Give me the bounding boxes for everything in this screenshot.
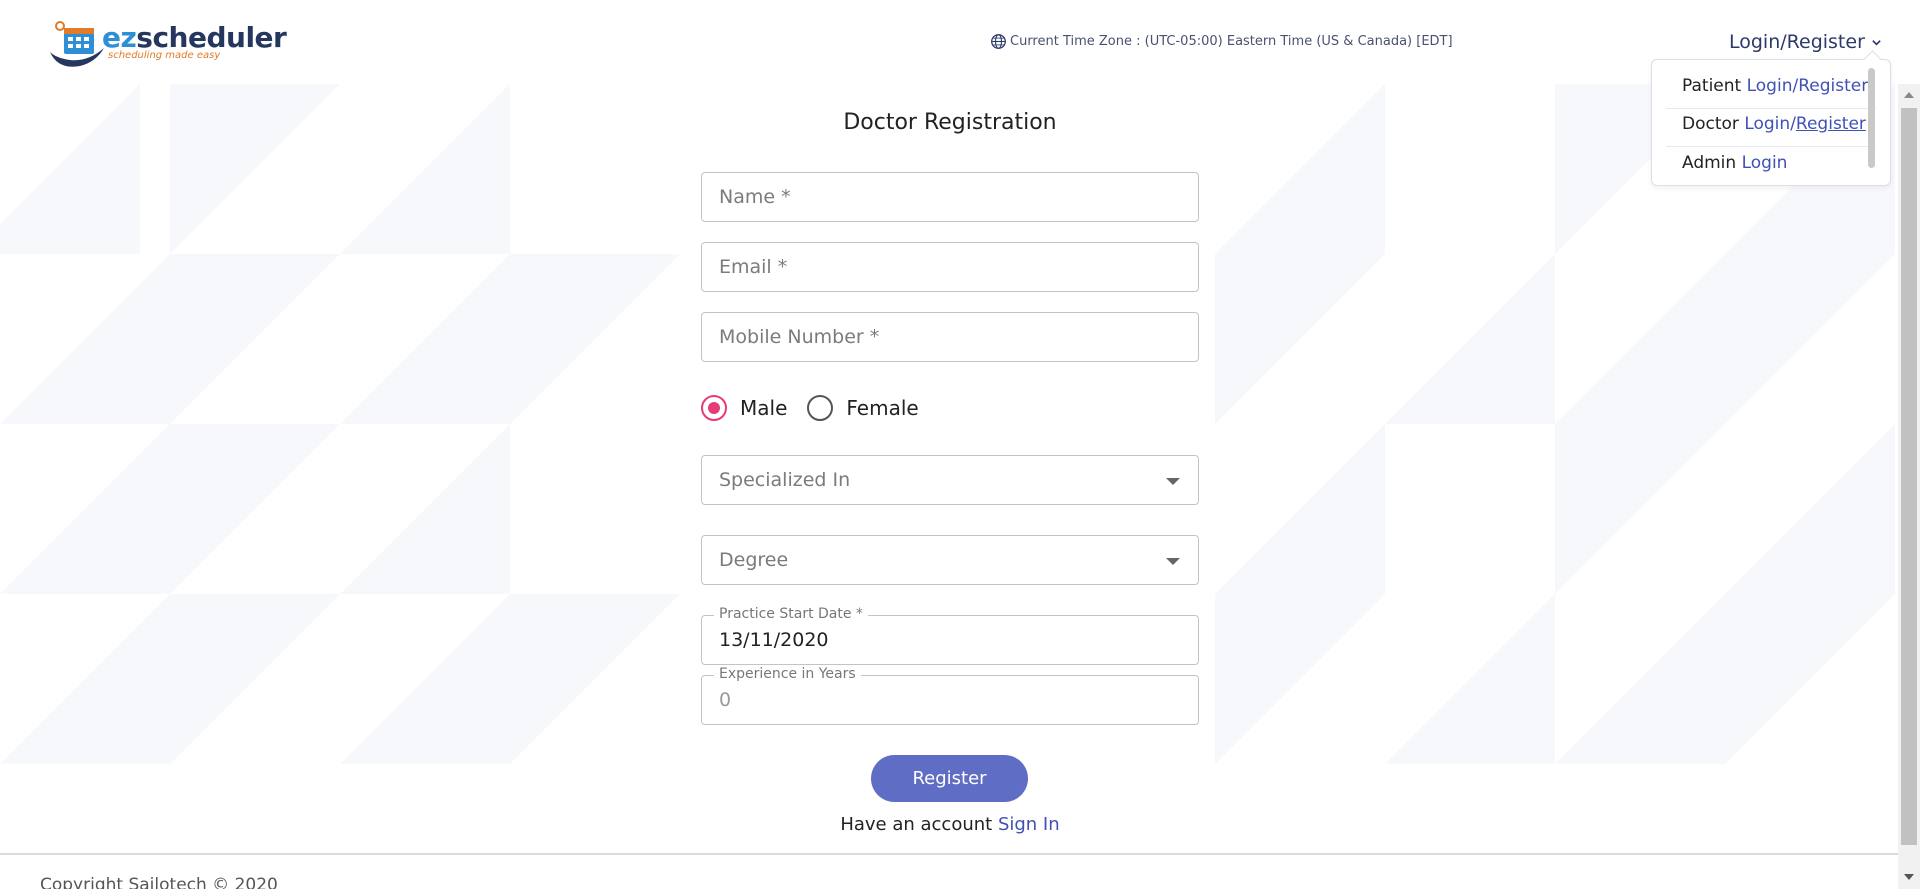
chevron-down-icon: [1872, 39, 1881, 46]
practice-start-date-value: 13/11/2020: [719, 629, 829, 651]
patient-login-link[interactable]: Login: [1747, 76, 1793, 96]
page-scrollbar[interactable]: [1898, 84, 1920, 889]
practice-start-date-field[interactable]: Practice Start Date * 13/11/2020: [701, 606, 1199, 665]
specialized-select[interactable]: Specialized In: [701, 455, 1199, 505]
sign-in-link[interactable]: Sign In: [998, 814, 1060, 835]
experience-value: 0: [719, 689, 732, 711]
login-register-dropdown: Patient Login/Register Doctor Login/Regi…: [1651, 59, 1891, 186]
register-button[interactable]: Register: [871, 755, 1028, 802]
male-label[interactable]: Male: [740, 396, 787, 420]
doctor-register-link[interactable]: Register: [1796, 114, 1866, 134]
scroll-down-arrow-icon[interactable]: [1904, 874, 1914, 880]
login-register-label: Login/Register: [1729, 31, 1865, 53]
calendar-logo-icon: [50, 21, 104, 67]
scrollbar-thumb[interactable]: [1901, 108, 1917, 845]
top-header: ezscheduler scheduling made easy Current…: [0, 0, 1920, 84]
experience-label: Experience in Years: [714, 666, 861, 682]
have-account-line: Have an account Sign In: [688, 814, 1212, 835]
timezone-display: Current Time Zone : (UTC-05:00) Eastern …: [990, 33, 1453, 50]
dropdown-divider: [1666, 146, 1876, 147]
caret-down-icon: [1166, 558, 1180, 565]
female-radio[interactable]: [807, 395, 834, 421]
gender-radio-group: Male Female: [701, 395, 939, 421]
registration-card: Doctor Registration Male Female Speciali…: [688, 84, 1212, 854]
dropdown-scrollbar[interactable]: [1868, 68, 1875, 168]
admin-label: Admin: [1682, 153, 1737, 173]
degree-placeholder: Degree: [719, 549, 789, 571]
specialized-placeholder: Specialized In: [719, 469, 851, 491]
doctor-login-link[interactable]: Login: [1744, 114, 1790, 134]
scroll-up-arrow-icon[interactable]: [1904, 92, 1914, 98]
mobile-field: [701, 312, 1199, 362]
patient-register-link[interactable]: Register: [1798, 76, 1868, 96]
email-field: [701, 242, 1199, 292]
mobile-input[interactable]: [702, 313, 1198, 361]
dropdown-item-patient: Patient Login/Register: [1682, 76, 1868, 96]
dropdown-item-doctor: Doctor Login/Register: [1682, 114, 1866, 134]
name-input[interactable]: [702, 173, 1198, 221]
doctor-label: Doctor: [1682, 114, 1739, 134]
patient-label: Patient: [1682, 76, 1742, 96]
timezone-text: Current Time Zone : (UTC-05:00) Eastern …: [1010, 34, 1453, 49]
degree-select[interactable]: Degree: [701, 535, 1199, 585]
caret-down-icon: [1166, 478, 1180, 485]
ezscheduler-logo[interactable]: ezscheduler scheduling made easy: [48, 18, 287, 70]
experience-field[interactable]: Experience in Years 0: [701, 666, 1199, 725]
page-title: Doctor Registration: [843, 110, 1057, 135]
female-label[interactable]: Female: [846, 396, 918, 420]
footer: Copyright Sailotech © 2020: [0, 855, 1898, 889]
copyright-text: Copyright Sailotech © 2020: [40, 875, 278, 889]
globe-icon: [991, 34, 1006, 49]
dropdown-item-admin: Admin Login: [1682, 153, 1787, 173]
admin-login-link[interactable]: Login: [1742, 153, 1788, 173]
practice-start-date-label: Practice Start Date *: [714, 606, 868, 622]
have-account-text: Have an account: [840, 814, 993, 835]
logo-tagline: scheduling made easy: [108, 50, 221, 61]
email-input[interactable]: [702, 243, 1198, 291]
login-register-menu[interactable]: Login/Register: [1729, 31, 1882, 53]
name-field: [701, 172, 1199, 222]
dropdown-divider: [1666, 108, 1876, 109]
male-radio[interactable]: [701, 395, 727, 421]
